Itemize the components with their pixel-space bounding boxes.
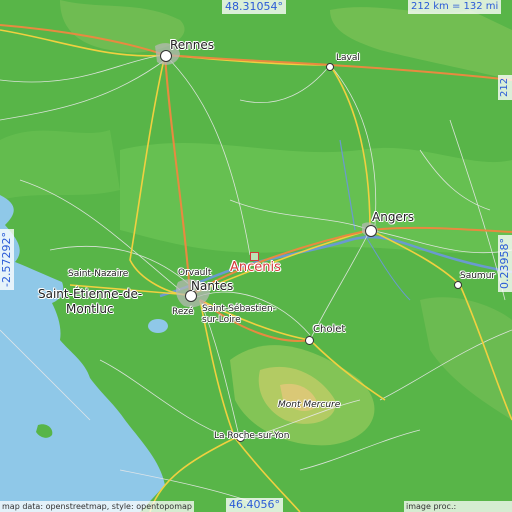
coord-left-longitude: -2.57292° [0, 229, 14, 290]
coord-right-longitude: 0.23958° [498, 235, 512, 292]
scale-label-top: 212 km = 132 mi [408, 0, 502, 14]
city-label-saint-sebastien-2: sur-Loire [202, 315, 241, 325]
city-label-rennes: Rennes [170, 38, 215, 52]
city-label-saint-sebastien: Saint-Sébastien- [202, 304, 276, 314]
coord-bottom-latitude: 46.4056° [226, 498, 283, 512]
town-marker-angers [365, 225, 377, 237]
city-label-cholet: Cholet [313, 324, 346, 335]
city-label-saint-etienne: Saint-Étienne-de- [38, 287, 143, 301]
town-marker-saumur [454, 281, 462, 289]
city-label-orvault: Orvault [178, 268, 212, 278]
town-marker-laval [326, 63, 334, 71]
city-label-reze: Rezé [172, 307, 194, 317]
coord-top-latitude: 48.31054° [222, 0, 286, 14]
city-label-laval: Laval [336, 53, 360, 63]
city-label-angers: Angers [372, 210, 414, 224]
city-label-saint-etienne-2: Montluc [66, 302, 114, 316]
city-label-saumur: Saumur [460, 271, 496, 281]
city-label-la-roche: La Roche-sur-Yon [214, 431, 290, 441]
target-location-label: Ancenis [230, 260, 281, 275]
town-marker-cholet [305, 336, 314, 345]
city-label-nantes: Nantes [191, 279, 234, 293]
attribution-map-data: map data: openstreetmap, style: opentopo… [0, 501, 194, 512]
attribution-image-proc: image proc.: elevation.city [404, 501, 512, 512]
peak-label-mont-mercure: Mont Mercure [278, 400, 341, 410]
map-view[interactable]: Rennes Laval Angers Saumur Nantes Orvaul… [0, 0, 512, 512]
scale-label-right: 212 km = 132 mi [498, 74, 512, 100]
city-label-saint-nazaire: Saint-Nazaire [68, 269, 129, 279]
